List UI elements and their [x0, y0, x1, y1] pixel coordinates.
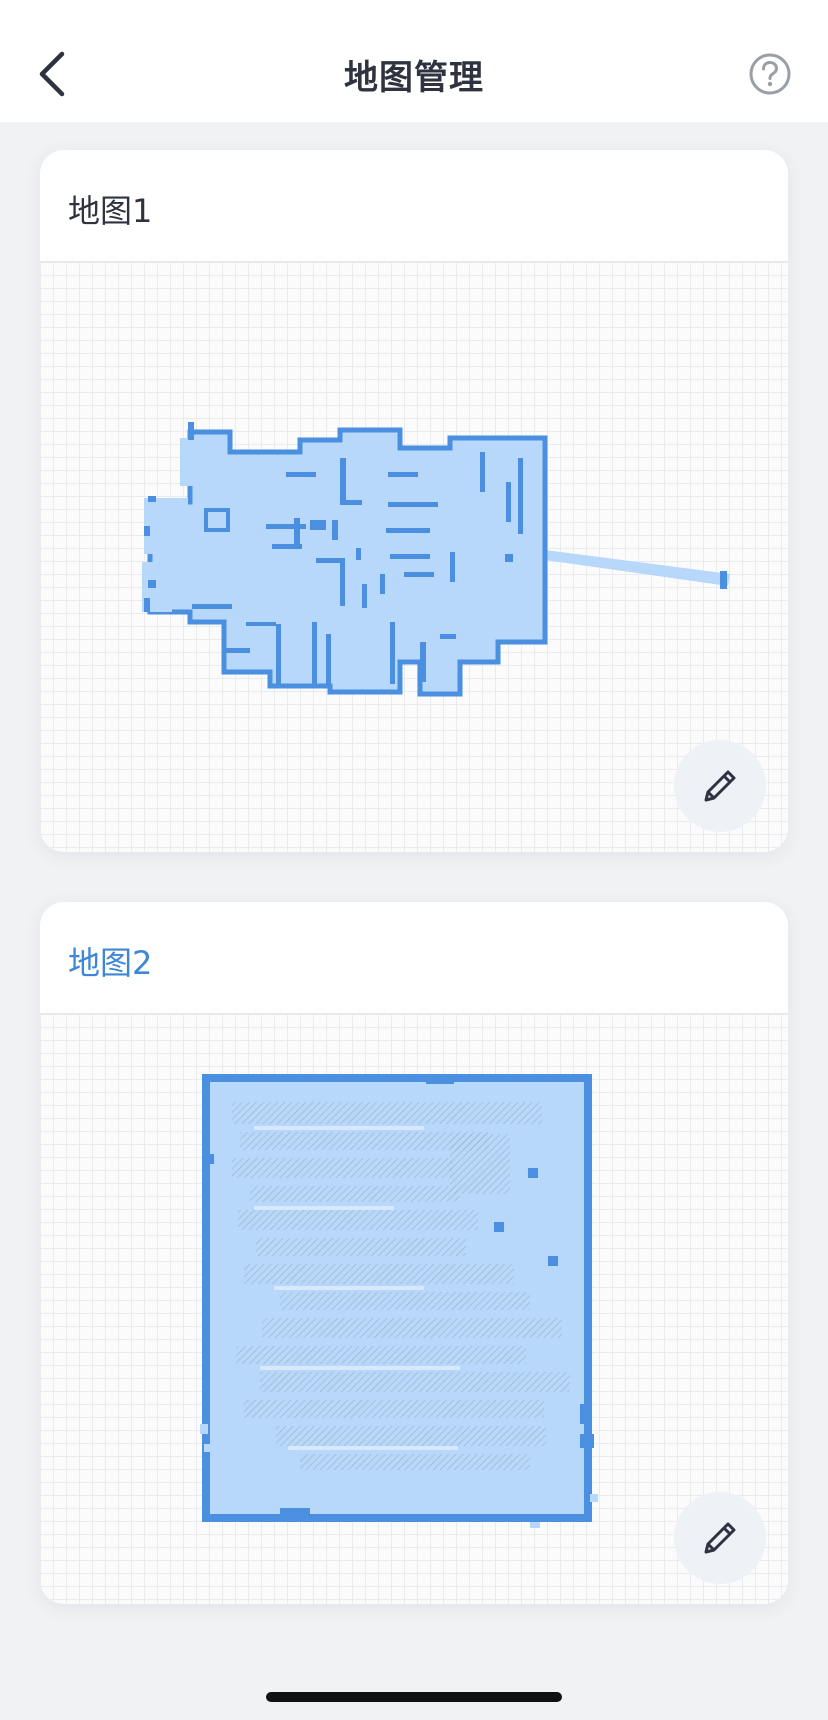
map-card[interactable]: 地图1 [40, 150, 788, 852]
map-preview[interactable] [40, 1014, 788, 1604]
floor-plan-map [200, 1074, 598, 1528]
edit-map-button[interactable] [674, 1492, 766, 1584]
map-preview[interactable] [40, 262, 788, 852]
help-button[interactable] [748, 52, 792, 96]
page-title: 地图管理 [344, 58, 484, 98]
map-card[interactable]: 地图2 [40, 902, 788, 1604]
map-title-selected: 地图2 [68, 944, 153, 982]
edit-map-button[interactable] [674, 740, 766, 832]
floor-plan-map [142, 422, 730, 697]
pencil-icon [704, 770, 736, 802]
map-title: 地图1 [68, 192, 153, 230]
question-circle-icon [749, 53, 791, 95]
navigation-bar: 地图管理 [0, 0, 828, 122]
home-indicator [266, 1692, 562, 1702]
pencil-icon [704, 1522, 736, 1554]
map-card-header: 地图1 [40, 150, 788, 262]
map-card-header: 地图2 [40, 902, 788, 1014]
